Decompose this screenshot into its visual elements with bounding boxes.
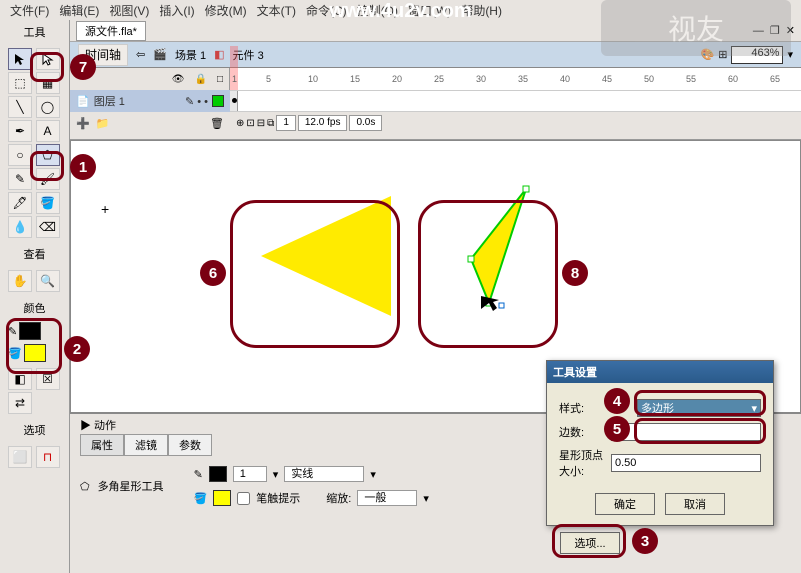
frame-strip[interactable] [230, 90, 801, 112]
menu-modify[interactable]: 修改(M) [201, 2, 251, 19]
layer-row[interactable]: 📄 图层 1 ✎ • • [70, 90, 230, 112]
tool-ink-bottle[interactable]: 🖋 [8, 192, 32, 214]
tool-eyedropper[interactable]: 💧 [8, 216, 32, 238]
new-layer-icon[interactable]: ➕ [76, 117, 90, 130]
watermark-text: www.4u2v.com [329, 0, 471, 23]
back-icon[interactable]: ⇦ [136, 48, 145, 61]
current-frame: 1 [276, 115, 296, 131]
new-folder-icon[interactable]: 📁 [96, 117, 110, 130]
menu-view[interactable]: 视图(V) [105, 2, 153, 19]
tool-name-label: 多角星形工具 [98, 478, 164, 494]
star-point-input[interactable] [611, 454, 761, 472]
tool-selection[interactable] [8, 48, 32, 70]
watermark-logo: 视友 [601, 0, 791, 56]
timeline: 👁 🔒 □ 1 5 10 15 20 25 30 35 40 45 50 [70, 68, 801, 140]
toolbox-header-tools: 工具 [0, 20, 69, 44]
symbol-icon: ◧ [214, 48, 224, 61]
registration-cross: + [101, 201, 109, 217]
props-tab-filters[interactable]: 滤镜 [124, 434, 168, 456]
document-tab[interactable]: 源文件.fla* [76, 21, 146, 41]
annotation-4: 4 [604, 388, 630, 414]
edit-multi-icon[interactable]: ⧉ [267, 118, 274, 129]
stroke-style-select[interactable]: 实线 [284, 466, 364, 482]
delete-layer-icon[interactable]: 🗑 [210, 117, 224, 130]
props-stroke-swatch[interactable] [209, 466, 227, 482]
toolbox-header-options: 选项 [0, 418, 69, 442]
layer-name-text: 图层 1 [94, 93, 125, 109]
layer-icon: 📄 [76, 95, 90, 108]
menu-edit[interactable]: 编辑(E) [55, 2, 103, 19]
onion-outline-icon[interactable]: ⊟ [257, 118, 265, 129]
color-swap[interactable]: ⇄ [8, 392, 32, 414]
tool-free-transform[interactable]: ⬚ [8, 72, 32, 94]
cancel-button[interactable]: 取消 [665, 493, 725, 515]
stroke-hinting-checkbox[interactable] [237, 492, 250, 505]
tool-paint-bucket[interactable]: 🪣 [36, 192, 60, 214]
frame-ruler[interactable]: 1 5 10 15 20 25 30 35 40 45 50 55 60 65 [230, 68, 801, 90]
annotation-8: 8 [562, 260, 588, 286]
option-snap[interactable]: ⬜ [8, 446, 32, 468]
props-tab-properties[interactable]: 属性 [80, 434, 124, 456]
time-display: 0.0s [349, 115, 382, 131]
tool-zoom[interactable]: 🔍 [36, 270, 60, 292]
sides-label: 边数: [559, 424, 603, 440]
props-tab-params[interactable]: 参数 [168, 434, 212, 456]
toolbox-header-view: 查看 [0, 242, 69, 266]
ok-button[interactable]: 确定 [595, 493, 655, 515]
props-fill-icon: 🪣 [194, 492, 208, 505]
tool-oval[interactable]: ○ [8, 144, 32, 166]
keyframe-1[interactable] [230, 91, 238, 111]
polystar-icon: ⬠ [80, 480, 90, 493]
scale-label: 缩放: [326, 490, 351, 506]
menu-insert[interactable]: 插入(I) [155, 2, 198, 19]
scene-icon: 🎬 [153, 48, 167, 61]
center-frame-icon[interactable]: ⊕ [236, 118, 244, 129]
dialog-title: 工具设置 [547, 361, 773, 383]
annotation-6: 6 [200, 260, 226, 286]
tool-line[interactable]: ╲ [8, 96, 32, 118]
stroke-width-input[interactable]: 1 [233, 466, 267, 482]
annotation-3: 3 [632, 528, 658, 554]
layer-color-swatch[interactable] [212, 95, 224, 107]
lock-icon[interactable]: 🔒 [195, 74, 207, 85]
tool-pencil[interactable]: ✎ [8, 168, 32, 190]
tool-hand[interactable]: ✋ [8, 270, 32, 292]
fps-display: 12.0 fps [298, 115, 348, 131]
eye-icon[interactable]: 👁 [172, 74, 185, 85]
onion-skin-icon[interactable]: ⊡ [246, 118, 254, 129]
props-stroke-icon: ✎ [194, 468, 203, 481]
toolbox-header-colors: 颜色 [0, 296, 69, 320]
tool-eraser[interactable]: ⌫ [36, 216, 60, 238]
toolbox: 工具 ⬚ ▦ ╲ ◯ ✒ A ○ ⬠ ✎ 🖌 🖋 🪣 💧 ⌫ 查看 ✋ 🔍 颜色… [0, 20, 70, 573]
menu-text[interactable]: 文本(T) [253, 2, 300, 19]
annotation-1: 1 [70, 154, 96, 180]
tool-text[interactable]: A [36, 120, 60, 142]
tool-lasso[interactable]: ◯ [36, 96, 60, 118]
annotation-7: 7 [70, 54, 96, 80]
scene-name[interactable]: 场景 1 [175, 47, 206, 63]
props-fill-swatch[interactable] [213, 490, 231, 506]
annotation-5: 5 [604, 416, 630, 442]
star-label: 星形顶点大小: [559, 447, 603, 479]
scale-select[interactable]: 一般 [357, 490, 417, 506]
tool-pen[interactable]: ✒ [8, 120, 32, 142]
stroke-hinting-label: 笔触提示 [256, 490, 300, 506]
outline-icon[interactable]: □ [217, 74, 223, 85]
option-magnet[interactable]: ⊓ [36, 446, 60, 468]
menu-file[interactable]: 文件(F) [6, 2, 53, 19]
annotation-2: 2 [64, 336, 90, 362]
